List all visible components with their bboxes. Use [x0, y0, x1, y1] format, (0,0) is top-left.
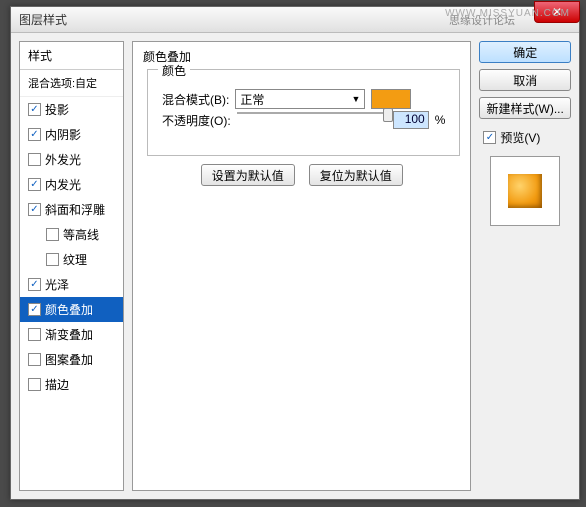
style-item-10[interactable]: 图案叠加 [20, 347, 123, 372]
section-title: 颜色叠加 [143, 48, 460, 65]
style-item-label: 投影 [45, 101, 69, 118]
style-item-1[interactable]: 内阴影 [20, 122, 123, 147]
style-item-3[interactable]: 内发光 [20, 172, 123, 197]
style-checkbox[interactable] [28, 128, 41, 141]
style-item-9[interactable]: 渐变叠加 [20, 322, 123, 347]
ok-button[interactable]: 确定 [479, 41, 571, 63]
style-item-label: 图案叠加 [45, 351, 93, 368]
style-item-label: 光泽 [45, 276, 69, 293]
styles-list-panel: 样式 混合选项:自定 投影内阴影外发光内发光斜面和浮雕等高线纹理光泽颜色叠加渐变… [19, 41, 124, 491]
style-item-11[interactable]: 描边 [20, 372, 123, 397]
preview-checkbox[interactable] [483, 131, 496, 144]
blend-mode-label: 混合模式(B): [162, 91, 229, 108]
style-item-label: 等高线 [63, 226, 99, 243]
style-item-0[interactable]: 投影 [20, 97, 123, 122]
style-item-label: 外发光 [45, 151, 81, 168]
style-checkbox[interactable] [28, 103, 41, 116]
style-checkbox[interactable] [28, 328, 41, 341]
style-item-label: 颜色叠加 [45, 301, 93, 318]
blend-mode-select[interactable]: 正常 ▼ [235, 89, 365, 109]
style-item-8[interactable]: 颜色叠加 [20, 297, 123, 322]
preview-box [490, 156, 560, 226]
color-fieldset: 颜色 混合模式(B): 正常 ▼ 不透明度(O): 100 [147, 69, 460, 156]
style-item-7[interactable]: 光泽 [20, 272, 123, 297]
style-item-label: 渐变叠加 [45, 326, 93, 343]
opacity-slider-thumb[interactable] [383, 108, 393, 122]
style-item-label: 斜面和浮雕 [45, 201, 105, 218]
style-item-label: 描边 [45, 376, 69, 393]
blend-mode-value: 正常 [240, 91, 264, 108]
opacity-slider[interactable] [237, 112, 387, 114]
style-item-2[interactable]: 外发光 [20, 147, 123, 172]
style-item-label: 内发光 [45, 176, 81, 193]
reset-default-button[interactable]: 复位为默认值 [309, 164, 403, 186]
watermark: WWW.MISSYUAN.COM [445, 8, 570, 19]
style-item-label: 内阴影 [45, 126, 81, 143]
style-item-6[interactable]: 纹理 [20, 247, 123, 272]
action-panel: 确定 取消 新建样式(W)... 预览(V) [479, 41, 571, 491]
preview-swatch [508, 174, 542, 208]
style-checkbox[interactable] [28, 303, 41, 316]
set-default-button[interactable]: 设置为默认值 [201, 164, 295, 186]
style-checkbox[interactable] [28, 353, 41, 366]
style-item-5[interactable]: 等高线 [20, 222, 123, 247]
preview-label: 预览(V) [500, 129, 540, 146]
fieldset-legend: 颜色 [158, 62, 190, 79]
blend-options-row[interactable]: 混合选项:自定 [20, 70, 123, 97]
style-item-4[interactable]: 斜面和浮雕 [20, 197, 123, 222]
style-checkbox[interactable] [28, 378, 41, 391]
style-checkbox[interactable] [46, 228, 59, 241]
style-checkbox[interactable] [28, 153, 41, 166]
dialog-window: 图层样式 思缘设计论坛 ✕ 样式 混合选项:自定 投影内阴影外发光内发光斜面和浮… [10, 6, 580, 500]
style-checkbox[interactable] [46, 253, 59, 266]
opacity-input[interactable]: 100 [393, 111, 429, 129]
color-swatch[interactable] [371, 89, 411, 109]
style-checkbox[interactable] [28, 178, 41, 191]
style-checkbox[interactable] [28, 278, 41, 291]
style-checkbox[interactable] [28, 203, 41, 216]
cancel-button[interactable]: 取消 [479, 69, 571, 91]
settings-panel: 颜色叠加 颜色 混合模式(B): 正常 ▼ 不透明度(O): [132, 41, 471, 491]
window-title: 图层样式 [15, 11, 67, 28]
style-item-label: 纹理 [63, 251, 87, 268]
chevron-down-icon: ▼ [351, 94, 360, 104]
pct-label: % [435, 113, 446, 127]
new-style-button[interactable]: 新建样式(W)... [479, 97, 571, 119]
opacity-label: 不透明度(O): [162, 112, 231, 129]
styles-header: 样式 [20, 42, 123, 70]
